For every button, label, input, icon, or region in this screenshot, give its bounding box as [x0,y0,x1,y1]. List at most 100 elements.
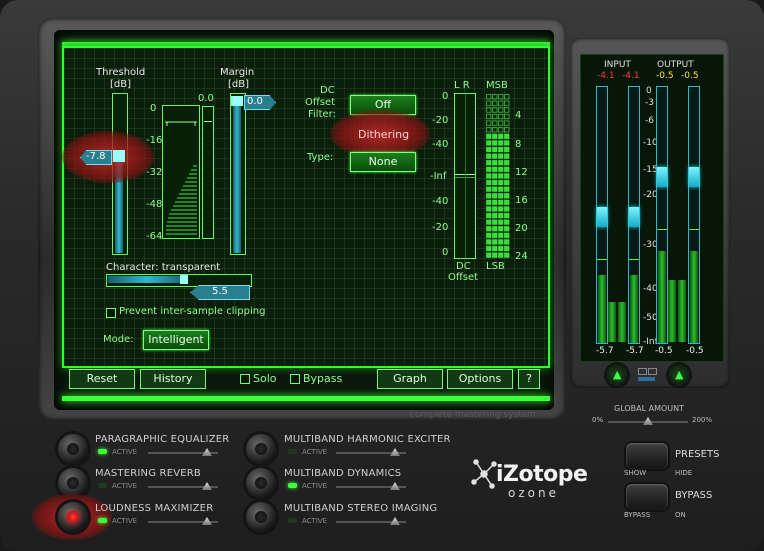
meter-scale-tick: 0 [646,86,652,96]
active-label: ACTIVE [302,482,328,490]
mode-select-button[interactable]: Intelligent [143,330,209,350]
global-amount-label: GLOBAL AMOUNT [614,404,685,413]
dither-scale-tick: 0 [442,247,449,258]
input-peak-right: -4.1 [622,71,640,81]
prevent-clipping-checkbox[interactable] [106,308,116,318]
output-link-button[interactable]: ▲ [668,364,690,386]
input-rms-right: -5.7 [626,346,644,356]
dither-scale-tick: -20 [432,222,449,233]
loudness-maximizer-power-button[interactable] [58,502,88,532]
dc-offset-bottom-line2: Offset [448,272,479,283]
bypass-label: Bypass [303,372,343,385]
lsb-label: LSB [486,261,505,272]
reset-button[interactable]: Reset [69,369,135,389]
multiband-dynamics-power-button[interactable] [246,468,276,498]
peak-meter [202,106,214,239]
output-rms-column [668,86,686,342]
dither-scale-tick: -40 [432,196,449,207]
output-label: OUTPUT [657,60,694,70]
histogram-bars [166,165,197,235]
presets-hide-label[interactable]: HIDE [675,469,692,477]
margin-value: 0.0 [247,96,263,107]
stereo-imaging-power-button[interactable] [246,502,276,532]
input-label: INPUT [604,60,631,70]
bypass-off-label[interactable]: BYPASS [624,511,650,519]
lock-icon: ▲ [613,368,622,381]
bypass-on-label[interactable]: ON [675,511,686,519]
threshold-label: Threshold [96,67,146,78]
active-label: ACTIVE [112,448,138,456]
harmonic-exciter-power-button[interactable] [246,434,276,464]
graph-button[interactable]: Graph [377,369,443,389]
bit-meter [486,94,510,258]
lr-label: L R [454,80,470,91]
msb-label: MSB [486,80,508,91]
dither-scale-tick: -20 [432,115,449,126]
input-rms-left: -5.7 [596,346,614,356]
input-link-button[interactable]: ▲ [606,364,628,386]
bit-depth-tick: 16 [515,195,528,206]
dither-scale-tick: -40 [432,139,449,150]
output-peak-left: -0.5 [656,71,674,81]
margin-fill [233,100,241,253]
threshold-slider-thumb[interactable] [113,150,125,162]
input-peak-left: -4.1 [597,71,615,81]
paragraphic-eq-power-button[interactable] [58,434,88,464]
bypass-main-button[interactable] [626,484,668,510]
loudness-maximizer-panel [62,46,550,368]
input-meter-right [628,86,640,344]
output-meter-left [656,86,668,344]
solo-checkbox[interactable] [240,374,250,384]
lock-icon: ▲ [675,368,684,381]
character-slider-thumb[interactable] [180,275,188,284]
dc-offset-label-line3: Filter: [308,109,336,120]
output-meter-right [688,86,700,344]
dc-offset-label-line2: Offset [305,97,336,108]
help-button[interactable]: ? [518,369,540,389]
type-label: Type: [307,152,334,163]
threshold-value: -7.8 [86,151,106,162]
module-name: MASTERING REVERB [95,468,201,479]
global-amount-min: 0% [592,416,604,424]
meter-scale-tick: -3 [645,98,654,108]
margin-label: Margin [220,67,255,78]
dc-offset-meter [454,93,476,259]
active-label: ACTIVE [112,482,138,490]
presets-show-label[interactable]: SHOW [624,469,646,477]
presets-label: PRESETS [675,449,720,460]
presets-button[interactable] [626,443,668,469]
active-led [288,518,297,523]
brand-strip-text: complete mastering system [410,410,536,420]
solo-label: Solo [253,372,277,385]
bit-depth-tick: 12 [515,167,528,178]
peak-readout: 0.0 [198,93,214,104]
character-fill [108,276,186,283]
dc-offset-label-line1: DC [320,85,335,96]
meter-scale-tick: -6 [645,116,654,126]
margin-slider-thumb[interactable] [231,96,243,106]
dither-scale-tick: 0 [442,91,449,102]
output-rms-right: -0.5 [686,346,704,356]
bit-depth-tick: 4 [515,110,522,121]
active-led [98,449,107,454]
bypass-checkbox[interactable] [290,374,300,384]
module-name: PARAGRAPHIC EQUALIZER [95,434,230,445]
scale-tick: -48 [146,199,163,210]
module-name: MULTIBAND DYNAMICS [284,468,402,479]
dithering-label[interactable]: Dithering [358,128,409,141]
active-led [98,518,107,523]
mode-label: Mode: [103,334,134,345]
threshold-unit: [dB] [110,79,132,90]
brand-name: iZotope [496,462,588,487]
bit-depth-tick: 8 [515,139,522,150]
scale-tick: -64 [146,231,163,242]
module-name: MULTIBAND STEREO IMAGING [284,503,438,514]
active-led [288,449,297,454]
dither-type-button[interactable]: None [350,152,416,172]
history-button[interactable]: History [140,369,206,389]
input-rms-column [608,86,626,342]
meter-options-icon[interactable] [636,366,658,384]
gain-reduction-histogram [162,105,200,239]
options-button[interactable]: Options [447,369,513,389]
character-value: 5.5 [212,286,228,297]
